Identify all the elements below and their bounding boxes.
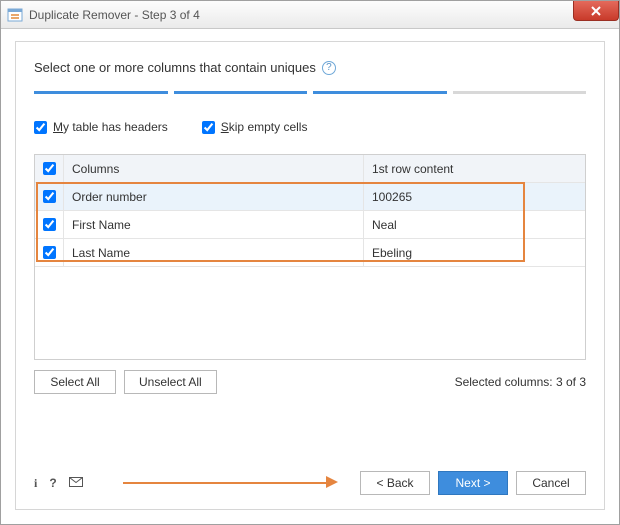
progress-step-4 — [453, 91, 587, 94]
close-button[interactable] — [573, 1, 619, 21]
table-row[interactable]: Last Name Ebeling — [35, 239, 585, 267]
select-all-header[interactable] — [35, 155, 64, 183]
footer-icons: i ? — [34, 476, 83, 491]
dialog-body: Select one or more columns that contain … — [15, 41, 605, 510]
table-row[interactable]: Order number 100265 — [35, 183, 585, 211]
header-first-row[interactable]: 1st row content — [364, 155, 586, 183]
row-checkbox[interactable] — [43, 190, 56, 203]
row-checkbox[interactable] — [43, 246, 56, 259]
help-icon[interactable]: ? — [322, 61, 336, 75]
progress-step-1 — [34, 91, 168, 94]
help-icon-footer[interactable]: ? — [49, 476, 56, 490]
instruction-text: Select one or more columns that contain … — [34, 60, 316, 75]
mail-icon[interactable] — [69, 476, 83, 490]
skip-checkbox-input[interactable] — [202, 121, 215, 134]
columns-table-container: Columns 1st row content Order number 100… — [34, 154, 586, 360]
row-first-value: Ebeling — [364, 239, 586, 267]
close-icon — [591, 6, 601, 16]
step-progress — [34, 91, 586, 94]
skip-checkbox-label: Skip empty cells — [221, 120, 308, 134]
nav-buttons: < Back Next > Cancel — [360, 471, 586, 495]
select-all-button[interactable]: Select All — [34, 370, 116, 394]
cancel-button[interactable]: Cancel — [516, 471, 586, 495]
app-icon — [7, 7, 23, 23]
back-button[interactable]: < Back — [360, 471, 430, 495]
selected-count-label: Selected columns: 3 of 3 — [455, 375, 586, 389]
table-row[interactable]: First Name Neal — [35, 211, 585, 239]
selection-toolbar: Select All Unselect All Selected columns… — [34, 370, 586, 394]
row-column-name: Order number — [64, 183, 364, 211]
my-table-has-headers-checkbox[interactable]: My table has headers — [34, 120, 168, 134]
table-header-row: Columns 1st row content — [35, 155, 585, 183]
header-columns[interactable]: Columns — [64, 155, 364, 183]
row-checkbox[interactable] — [43, 218, 56, 231]
title-bar: Duplicate Remover - Step 3 of 4 — [1, 1, 619, 29]
row-first-value: 100265 — [364, 183, 586, 211]
skip-empty-cells-checkbox[interactable]: Skip empty cells — [202, 120, 308, 134]
select-all-checkbox[interactable] — [43, 162, 56, 175]
next-button[interactable]: Next > — [438, 471, 508, 495]
columns-table: Columns 1st row content Order number 100… — [35, 155, 585, 267]
instruction-row: Select one or more columns that contain … — [34, 60, 586, 75]
row-column-name: Last Name — [64, 239, 364, 267]
row-first-value: Neal — [364, 211, 586, 239]
progress-step-3 — [313, 91, 447, 94]
info-icon[interactable]: i — [34, 476, 37, 491]
window-title: Duplicate Remover - Step 3 of 4 — [29, 8, 200, 22]
annotation-arrow — [123, 478, 354, 488]
footer-row: i ? < Back Next > Cancel — [34, 469, 586, 497]
row-column-name: First Name — [64, 211, 364, 239]
dialog-window: Duplicate Remover - Step 3 of 4 Select o… — [0, 0, 620, 525]
unselect-all-button[interactable]: Unselect All — [124, 370, 217, 394]
options-row: My table has headers Skip empty cells — [34, 120, 586, 134]
headers-checkbox-input[interactable] — [34, 121, 47, 134]
headers-checkbox-label: My table has headers — [53, 120, 168, 134]
progress-step-2 — [174, 91, 308, 94]
